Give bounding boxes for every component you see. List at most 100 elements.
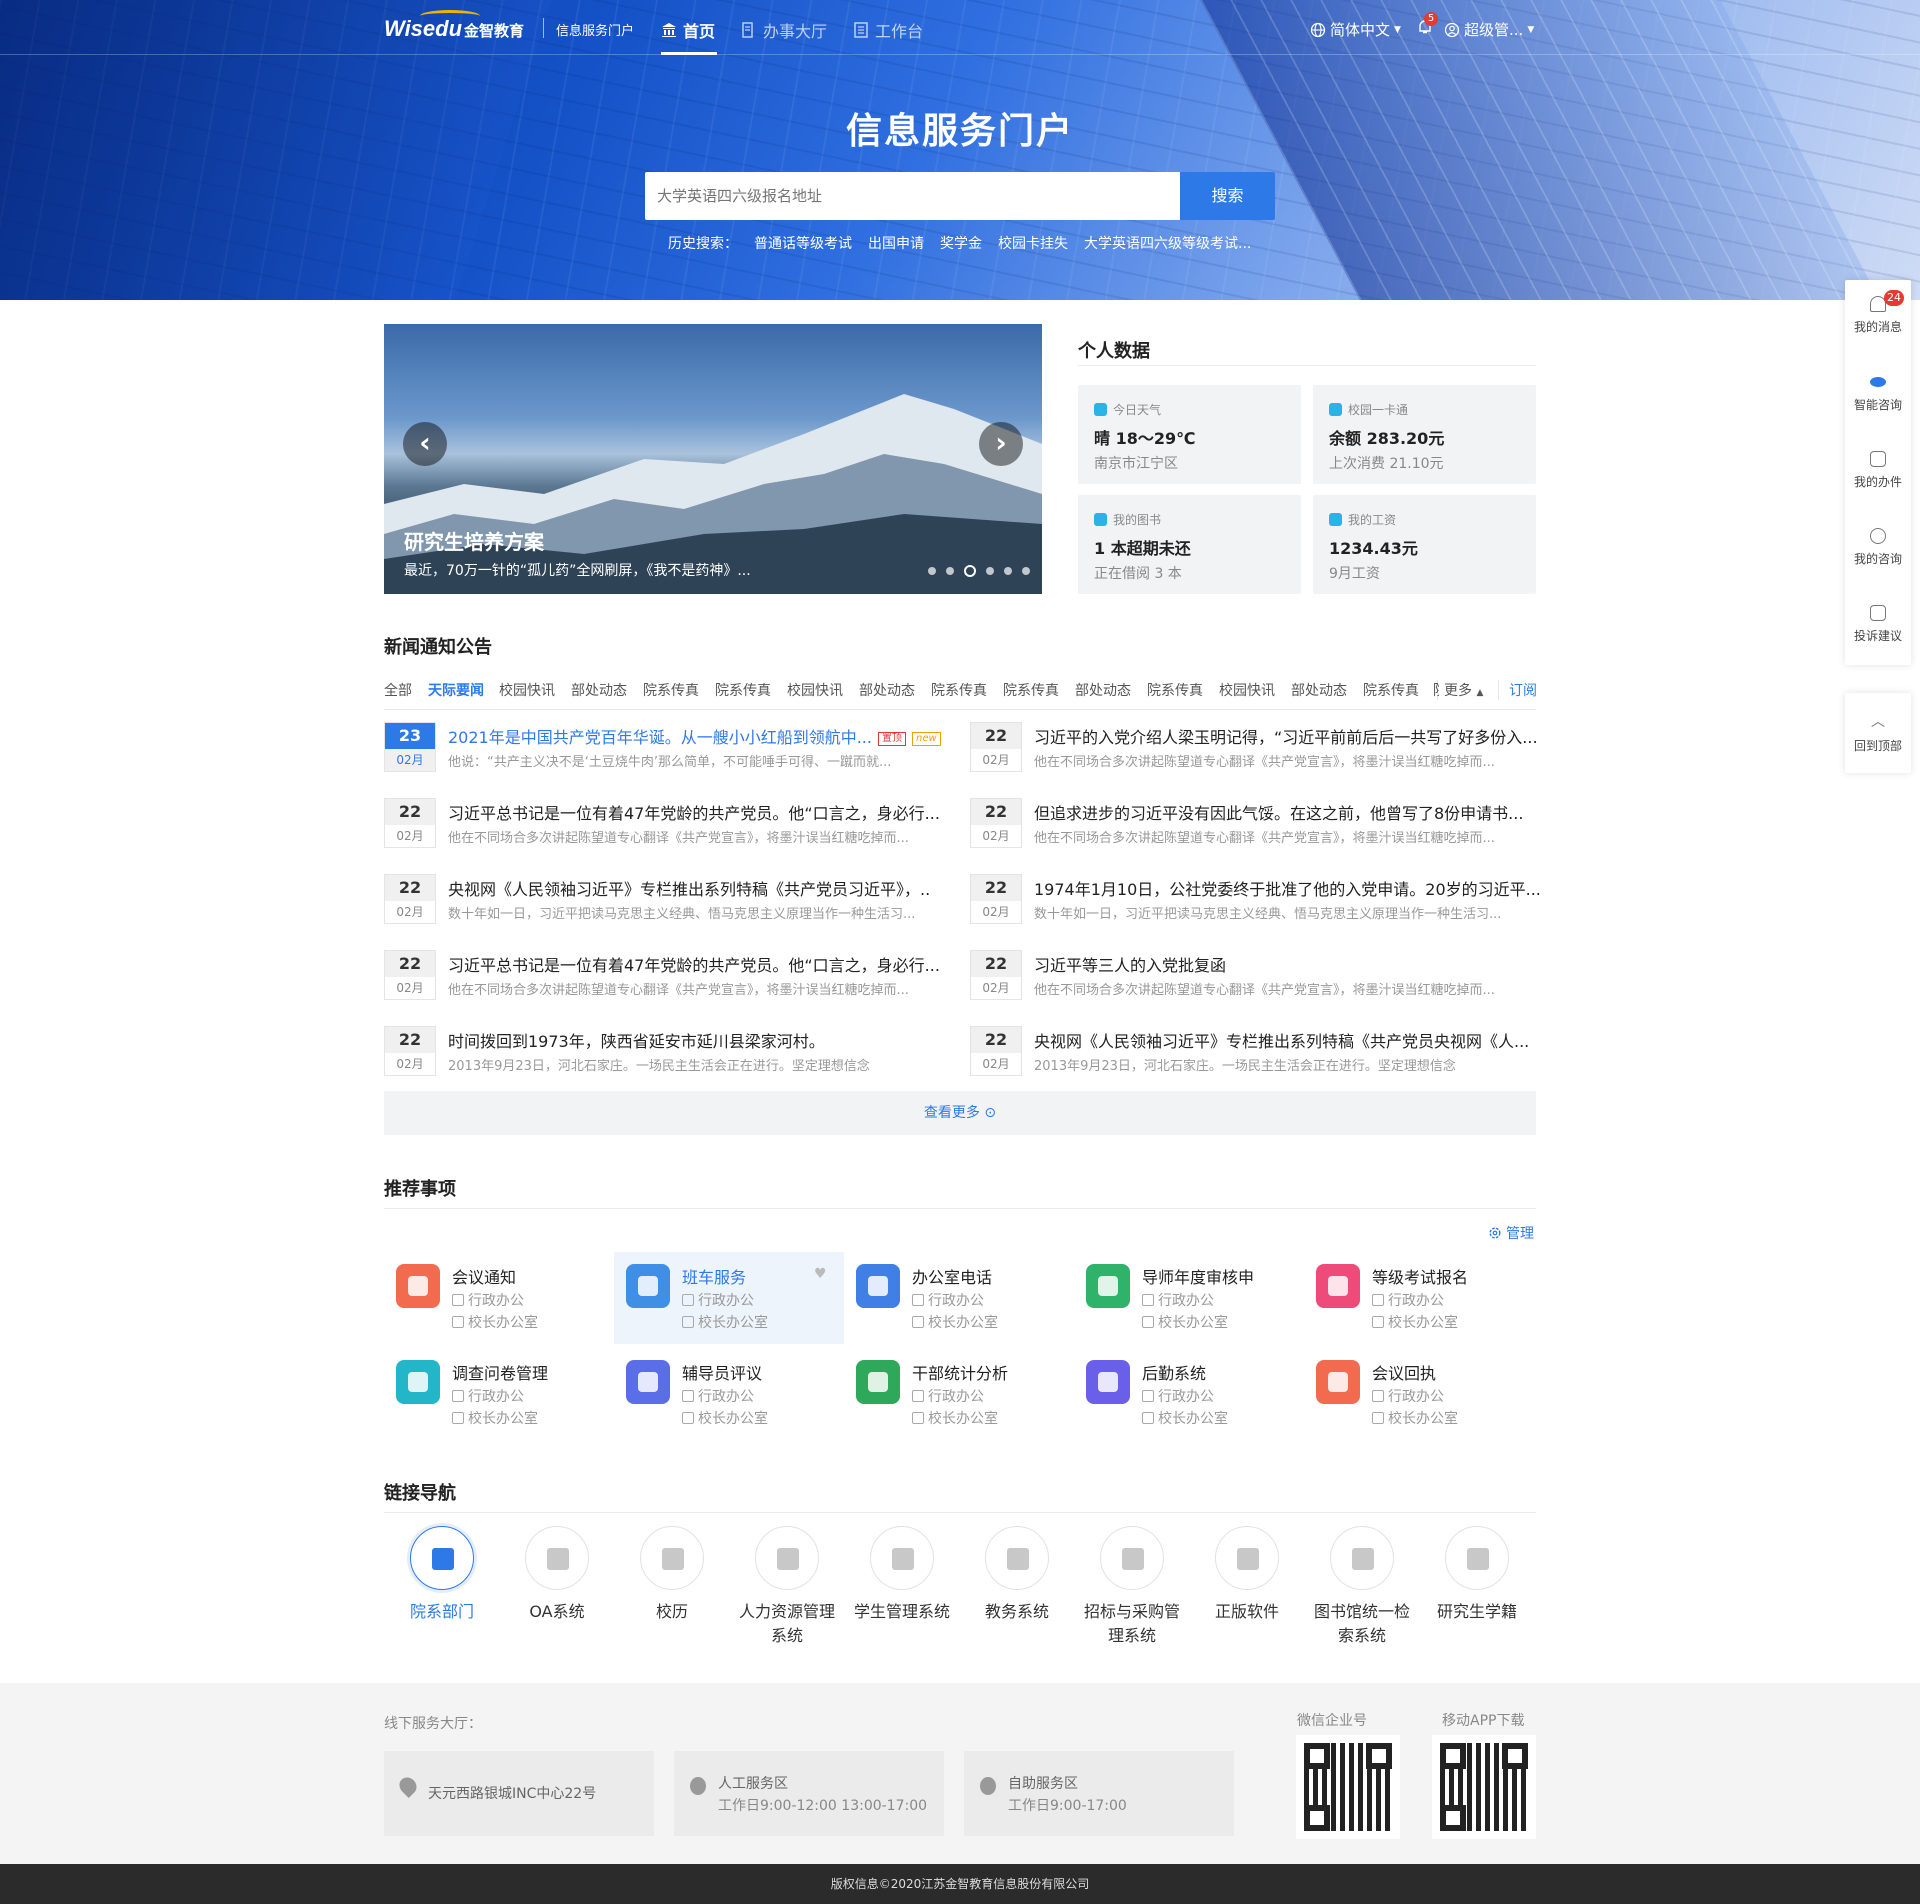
nav-home[interactable]: 首页 [661, 18, 715, 42]
service-icon [1086, 1264, 1130, 1308]
news-item[interactable]: 22 02月 习近平总书记是一位有着47年党龄的共产党员。他“口言之，身必行... 他… [384, 950, 959, 1002]
weather-card[interactable]: 今日天气 晴 18～29℃ 南京市江宁区 [1078, 385, 1301, 484]
nav-service-hall[interactable]: 办事大厅 [741, 18, 827, 42]
news-tab[interactable]: 院系传真 [931, 680, 987, 700]
news-tab[interactable]: 院系传真 [1147, 680, 1203, 700]
news-tab[interactable]: 全部 [384, 680, 412, 700]
carousel-dot[interactable] [1022, 567, 1030, 575]
news-title[interactable]: 2021年是中国共产党百年华诞。从一艘小小红船到领航中... 置顶 new [448, 724, 958, 748]
library-card[interactable]: 我的图书 1 本超期未还 正在借阅 3 本 [1078, 495, 1301, 594]
link-nav-item[interactable]: 研究生学籍 [1422, 1526, 1532, 1624]
news-tab[interactable]: 部处动态 [859, 680, 915, 700]
news-title[interactable]: 习近平总书记是一位有着47年党龄的共产党员。他“口言之，身必行... [448, 952, 958, 976]
box-icon [912, 1390, 924, 1402]
carousel-dot[interactable] [946, 567, 954, 575]
news-tab[interactable]: 院系传真 [1363, 680, 1419, 700]
link-nav-item[interactable]: 院系部门 [387, 1526, 497, 1624]
recommend-item[interactable]: 等级考试报名 行政办公 校长办公室 [1304, 1252, 1534, 1344]
news-month: 02月 [396, 1057, 424, 1071]
heart-icon[interactable]: ♥ [814, 1266, 827, 1282]
search-input[interactable] [645, 172, 1180, 220]
link-nav-item[interactable]: 学生管理系统 [847, 1526, 957, 1624]
recommend-item[interactable]: 后勤系统 行政办公 校长办公室 [1074, 1348, 1304, 1440]
carousel-title[interactable]: 研究生培养方案 [404, 526, 544, 555]
recommend-title: 推荐事项 [384, 1179, 456, 1200]
news-tab[interactable]: 院系传真 [643, 680, 699, 700]
news-tab[interactable]: 校园快讯 [499, 680, 555, 700]
recommend-item[interactable]: 会议回执 行政办公 校长办公室 [1304, 1348, 1534, 1440]
carousel-next-button[interactable]: › [979, 422, 1023, 466]
view-more-button[interactable]: 查看更多 ⊙ [384, 1091, 1536, 1135]
recommend-item[interactable]: 会议通知 行政办公 校长办公室 [384, 1252, 614, 1344]
news-title[interactable]: 1974年1月10日，公社党委终于批准了他的入党申请。20岁的习近平... [1034, 876, 1544, 900]
side-my-consults[interactable]: 我的咨询 [1845, 528, 1911, 567]
recommend-item[interactable]: 导师年度审核申 行政办公 校长办公室 [1074, 1252, 1304, 1344]
link-nav-item[interactable]: 正版软件 [1192, 1526, 1302, 1624]
nav-workbench[interactable]: 工作台 [853, 18, 923, 42]
history-item[interactable]: 普通话等级考试 [754, 233, 852, 253]
news-item[interactable]: 22 02月 习近平的入党介绍人梁玉明记得，“习近平前前后后一共写了好多份入... 他… [970, 722, 1545, 774]
carousel-dot[interactable] [928, 567, 936, 575]
news-title[interactable]: 央视网《人民领袖习近平》专栏推出系列特稿《共产党员习近平》，.. [448, 876, 958, 900]
news-title[interactable]: 习近平总书记是一位有着47年党龄的共产党员。他“口言之，身必行... [448, 800, 958, 824]
carousel-dot[interactable] [1004, 567, 1012, 575]
side-smart-consult[interactable]: 智能咨询 [1845, 374, 1911, 413]
news-tab[interactable]: 校园快讯 [1219, 680, 1275, 700]
news-date: 23 02月 [384, 722, 436, 772]
salary-card[interactable]: 我的工资 1234.43元 9月工资 [1313, 495, 1536, 594]
news-tab[interactable]: 部处动态 [1291, 680, 1347, 700]
news-item[interactable]: 23 02月 2021年是中国共产党百年华诞。从一艘小小红船到领航中... 置顶 new… [384, 722, 959, 774]
link-nav-item[interactable]: 校历 [617, 1526, 727, 1624]
carousel-prev-button[interactable]: ‹ [403, 422, 447, 466]
news-item[interactable]: 22 02月 1974年1月10日，公社党委终于批准了他的入党申请。20岁的习近平.… [970, 874, 1545, 926]
news-item[interactable]: 22 02月 央视网《人民领袖习近平》专栏推出系列特稿《共产党员央视网《人... 20… [970, 1026, 1545, 1078]
news-tab[interactable]: 天际要闻 [428, 680, 484, 700]
carousel-dot[interactable] [986, 567, 994, 575]
news-title[interactable]: 习近平等三人的入党批复函 [1034, 952, 1544, 976]
logo[interactable]: Wisedu 金智教育 [384, 10, 524, 42]
link-nav-item[interactable]: 人力资源管理系统 [732, 1526, 842, 1648]
user-menu[interactable]: 超级管... ▼ [1444, 19, 1534, 40]
recommend-item[interactable]: 班车服务 行政办公 校长办公室 ♥ [614, 1252, 844, 1344]
recommend-item[interactable]: 干部统计分析 行政办公 校长办公室 [844, 1348, 1074, 1440]
news-title[interactable]: 时间拨回到1973年，陕西省延安市延川县梁家河村。 [448, 1028, 958, 1052]
news-item[interactable]: 22 02月 但追求进步的习近平没有因此气馁。在这之前，他曾写了8份申请书... 他在… [970, 798, 1545, 850]
eye-icon [1870, 377, 1886, 387]
news-title[interactable]: 央视网《人民领袖习近平》专栏推出系列特稿《共产党员央视网《人... [1034, 1028, 1544, 1052]
tab-more[interactable]: 更多 ▲ [1437, 680, 1483, 700]
link-nav-item[interactable]: 图书馆统一检索系统 [1307, 1526, 1417, 1648]
campus-card-card[interactable]: 校园一卡通 余额 283.20元 上次消费 21.10元 [1313, 385, 1536, 484]
address-box: 天元西路银城INC中心22号 [384, 1751, 654, 1836]
news-item[interactable]: 22 02月 习近平总书记是一位有着47年党龄的共产党员。他“口言之，身必行... 他… [384, 798, 959, 850]
news-tab[interactable]: 院系传真 [1003, 680, 1059, 700]
personal-data-title: 个人数据 [1078, 341, 1150, 362]
history-item[interactable]: 奖学金 [940, 233, 982, 253]
history-item[interactable]: 大学英语四六级等级考试... [1084, 233, 1251, 253]
side-my-applications[interactable]: 我的办件 [1845, 451, 1911, 490]
language-switch[interactable]: 简体中文 ▼ [1310, 19, 1401, 40]
news-item[interactable]: 22 02月 央视网《人民领袖习近平》专栏推出系列特稿《共产党员习近平》，.. 数十年… [384, 874, 959, 926]
history-item[interactable]: 出国申请 [868, 233, 924, 253]
news-tab[interactable]: 部处动态 [571, 680, 627, 700]
recommend-item[interactable]: 调查问卷管理 行政办公 校长办公室 [384, 1348, 614, 1440]
news-title[interactable]: 习近平的入党介绍人梁玉明记得，“习近平前前后后一共写了好多份入... [1034, 724, 1544, 748]
link-nav-item[interactable]: 教务系统 [962, 1526, 1072, 1624]
manage-button[interactable]: 管理 [1488, 1223, 1534, 1243]
news-tab[interactable]: 校园快讯 [787, 680, 843, 700]
news-tab[interactable]: 部处动态 [1075, 680, 1131, 700]
news-title[interactable]: 但追求进步的习近平没有因此气馁。在这之前，他曾写了8份申请书... [1034, 800, 1544, 824]
news-tab[interactable]: 院系传真 [715, 680, 771, 700]
carousel-dot[interactable] [964, 565, 976, 577]
link-nav-item[interactable]: OA系统 [502, 1526, 612, 1624]
link-nav-item[interactable]: 招标与采购管理系统 [1077, 1526, 1187, 1648]
recommend-item[interactable]: 办公室电话 行政办公 校长办公室 [844, 1252, 1074, 1344]
news-item[interactable]: 22 02月 时间拨回到1973年，陕西省延安市延川县梁家河村。 2013年9月23日… [384, 1026, 959, 1078]
history-item[interactable]: 校园卡挂失 [998, 233, 1068, 253]
news-item[interactable]: 22 02月 习近平等三人的入党批复函 他在不同场合多次讲起陈望道专心翻译《共产党宣言… [970, 950, 1545, 1002]
news-tab[interactable]: 院 [1433, 680, 1439, 700]
recommend-item[interactable]: 辅导员评议 行政办公 校长办公室 [614, 1348, 844, 1440]
side-complaints[interactable]: 投诉建议 [1845, 605, 1911, 644]
search-button[interactable]: 搜索 [1180, 172, 1275, 220]
back-to-top[interactable]: ︿ 回到顶部 [1845, 693, 1911, 773]
subscribe-link[interactable]: 订阅 [1498, 680, 1537, 700]
